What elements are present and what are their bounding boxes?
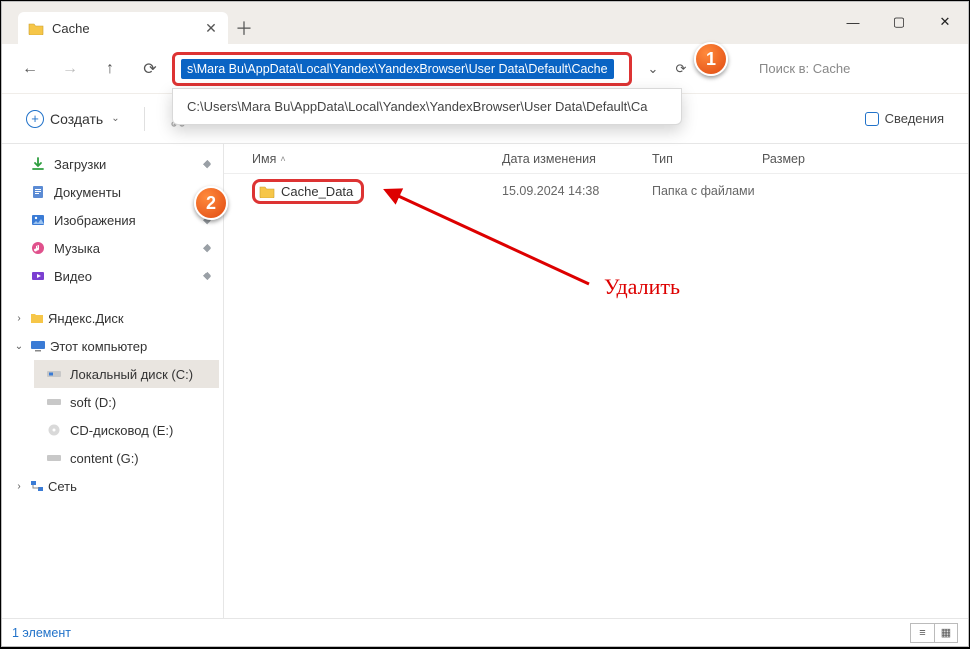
status-count: 1 элемент	[12, 626, 71, 640]
plus-icon: +	[26, 110, 44, 128]
network-icon	[30, 480, 44, 492]
sidebar-item-label: Локальный диск (C:)	[70, 367, 193, 382]
titlebar: Cache ✕ ＋ — ▢ ✕	[2, 2, 968, 44]
folder-icon	[30, 312, 44, 324]
view-buttons: ≡ ▦	[910, 623, 958, 643]
download-icon	[30, 156, 46, 172]
create-label: Создать	[50, 111, 103, 127]
sidebar-item-drive-g[interactable]: content (G:)	[34, 444, 219, 472]
file-name: Cache_Data	[281, 184, 353, 199]
sidebar-item-label: CD-дисковод (E:)	[70, 423, 173, 438]
file-type: Папка с файлами	[652, 184, 792, 198]
sidebar-item-label: Этот компьютер	[50, 339, 147, 354]
view-icons-button[interactable]: ▦	[934, 623, 958, 643]
chevron-down-icon: ⌄	[12, 341, 26, 352]
tab-cache[interactable]: Cache ✕	[18, 12, 228, 44]
pc-icon	[30, 340, 46, 352]
sidebar-item-label: Документы	[54, 185, 121, 200]
folder-cache-data[interactable]: Cache_Data	[252, 179, 364, 204]
details-button[interactable]: Сведения	[857, 107, 952, 130]
col-size[interactable]: Размер	[762, 152, 842, 166]
callout-1: 1	[694, 42, 728, 76]
details-icon	[865, 112, 879, 126]
music-icon	[30, 240, 46, 256]
sidebar-item-label: Загрузки	[54, 157, 106, 172]
sidebar-item-this-pc[interactable]: ⌄ Этот компьютер	[6, 332, 219, 360]
folder-icon	[28, 21, 44, 35]
annotation-delete-label: Удалить	[604, 274, 680, 300]
search-input[interactable]: Поиск в: Cache	[748, 52, 958, 86]
folder-icon	[259, 184, 275, 198]
sidebar-item-downloads[interactable]: Загрузки	[6, 150, 219, 178]
sidebar-drives: Локальный диск (C:) soft (D:) CD-дисково…	[6, 360, 219, 472]
address-text[interactable]: s\Mara Bu\AppData\Local\Yandex\YandexBro…	[181, 59, 614, 79]
address-wrap: s\Mara Bu\AppData\Local\Yandex\YandexBro…	[172, 52, 722, 86]
sidebar-item-label: Видео	[54, 269, 92, 284]
address-suggestion[interactable]: C:\Users\Mara Bu\AppData\Local\Yandex\Ya…	[172, 88, 682, 125]
details-label: Сведения	[885, 111, 944, 126]
annotation-arrow	[379, 184, 609, 304]
address-bar[interactable]: s\Mara Bu\AppData\Local\Yandex\YandexBro…	[172, 52, 632, 86]
sidebar-item-video[interactable]: Видео	[6, 262, 219, 290]
chevron-down-icon: ⌄	[111, 113, 119, 124]
drive-icon	[46, 450, 62, 466]
sidebar-item-yandex-disk[interactable]: › Яндекс.Диск	[6, 304, 219, 332]
file-pane: Имя ˄ Дата изменения Тип Размер Cache_Da…	[224, 144, 968, 618]
tab-close-icon[interactable]: ✕	[204, 21, 218, 35]
column-headers[interactable]: Имя ˄ Дата изменения Тип Размер	[224, 144, 968, 174]
drive-icon	[46, 394, 62, 410]
col-type[interactable]: Тип	[652, 152, 762, 166]
minimize-button[interactable]: —	[830, 2, 876, 42]
sidebar-item-label: Изображения	[54, 213, 136, 228]
col-modified[interactable]: Дата изменения	[502, 152, 652, 166]
navigation-bar: ← → ↑ ⟳ s\Mara Bu\AppData\Local\Yandex\Y…	[2, 44, 968, 94]
sidebar-item-label: soft (D:)	[70, 395, 116, 410]
sidebar-item-label: Музыка	[54, 241, 100, 256]
window-controls: — ▢ ✕	[830, 2, 968, 42]
drive-icon	[46, 366, 62, 382]
create-button[interactable]: + Создать ⌄	[18, 106, 128, 132]
sidebar-item-label: Яндекс.Диск	[48, 311, 124, 326]
sidebar-item-drive-c[interactable]: Локальный диск (C:)	[34, 360, 219, 388]
up-button[interactable]: ↑	[92, 51, 128, 87]
body: Загрузки Документы Изображения Музыка Ви…	[2, 144, 968, 618]
close-button[interactable]: ✕	[922, 2, 968, 42]
sort-icon: ˄	[280, 154, 285, 164]
video-icon	[30, 268, 46, 284]
sidebar: Загрузки Документы Изображения Музыка Ви…	[2, 144, 224, 618]
sidebar-item-pictures[interactable]: Изображения	[6, 206, 219, 234]
sidebar-item-label: Сеть	[48, 479, 77, 494]
new-tab-button[interactable]: ＋	[228, 12, 260, 44]
back-button[interactable]: ←	[12, 51, 48, 87]
explorer-window: Cache ✕ ＋ — ▢ ✕ ← → ↑ ⟳ s\Mara Bu\AppDat…	[1, 1, 969, 647]
col-name[interactable]: Имя	[252, 152, 276, 166]
separator	[144, 107, 145, 131]
sidebar-item-music[interactable]: Музыка	[6, 234, 219, 262]
callout-2: 2	[194, 186, 228, 220]
sidebar-item-label: content (G:)	[70, 451, 139, 466]
picture-icon	[30, 212, 46, 228]
sidebar-item-drive-d[interactable]: soft (D:)	[34, 388, 219, 416]
view-details-button[interactable]: ≡	[910, 623, 934, 643]
sidebar-item-documents[interactable]: Документы	[6, 178, 219, 206]
address-dropdown-button[interactable]: ⌄	[640, 56, 666, 82]
maximize-button[interactable]: ▢	[876, 2, 922, 42]
chevron-right-icon: ›	[12, 481, 26, 492]
status-bar: 1 элемент ≡ ▦	[2, 618, 968, 646]
cd-icon	[46, 422, 62, 438]
address-refresh-button[interactable]: ⟳	[668, 56, 694, 82]
doc-icon	[30, 184, 46, 200]
sidebar-item-network[interactable]: › Сеть	[6, 472, 219, 500]
tab-title: Cache	[52, 21, 90, 36]
forward-button[interactable]: →	[52, 51, 88, 87]
sidebar-item-drive-e[interactable]: CD-дисковод (E:)	[34, 416, 219, 444]
refresh-button[interactable]: ⟳	[132, 51, 168, 87]
chevron-right-icon: ›	[12, 313, 26, 324]
